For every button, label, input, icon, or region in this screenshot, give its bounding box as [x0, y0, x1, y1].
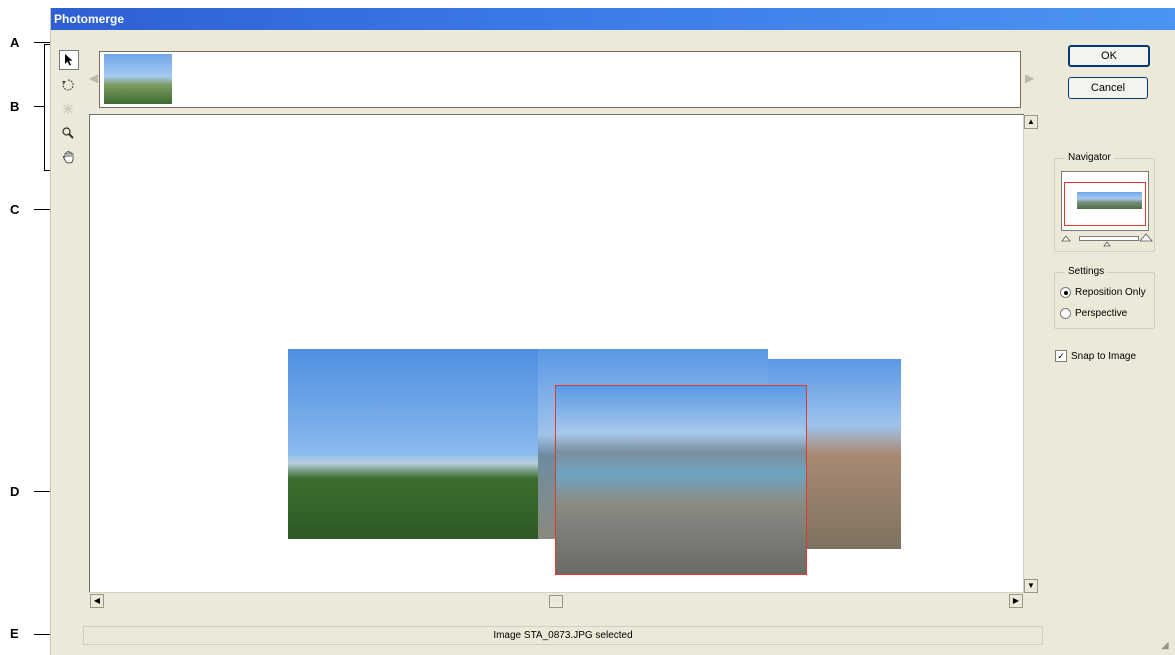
- zoom-out-icon[interactable]: [1061, 234, 1071, 242]
- lightbox-thumbnail[interactable]: [104, 54, 172, 104]
- composition-image-1[interactable]: [288, 349, 538, 539]
- lightbox: [99, 51, 1021, 108]
- callout-e: E: [10, 626, 19, 641]
- scroll-down-icon[interactable]: ▼: [1024, 579, 1038, 593]
- navigator-title: Navigator: [1065, 152, 1114, 163]
- horizontal-scroll-thumb[interactable]: [549, 595, 563, 608]
- zoom-icon[interactable]: [59, 124, 77, 142]
- radio-button[interactable]: [1060, 287, 1071, 298]
- resize-grip-icon[interactable]: ◢: [1161, 640, 1169, 651]
- horizontal-scrollbar[interactable]: ◀ ▶: [89, 592, 1024, 608]
- reposition-only-label: Reposition Only: [1075, 287, 1146, 298]
- selected-image[interactable]: [555, 385, 807, 575]
- toolbox: [59, 50, 81, 172]
- scroll-up-icon[interactable]: ▲: [1024, 115, 1038, 129]
- radio-perspective[interactable]: Perspective: [1060, 308, 1127, 319]
- callout-c: C: [10, 202, 20, 217]
- checkbox[interactable]: ✓: [1055, 350, 1067, 362]
- scroll-left-icon[interactable]: ◀: [90, 594, 104, 608]
- zoom-slider-thumb[interactable]: [1103, 241, 1111, 247]
- callout-a: A: [10, 35, 20, 50]
- radio-reposition-only[interactable]: Reposition Only: [1060, 287, 1146, 298]
- lightbox-scroll-right-icon[interactable]: ▶: [1025, 71, 1034, 85]
- rotate-image-icon[interactable]: [59, 76, 77, 94]
- perspective-label: Perspective: [1075, 308, 1128, 319]
- hand-icon[interactable]: [59, 148, 77, 166]
- snap-to-image-label: Snap to Image: [1071, 350, 1137, 362]
- settings-title: Settings: [1065, 266, 1108, 277]
- window-title: Photomerge: [54, 12, 125, 26]
- work-area[interactable]: [89, 114, 1024, 594]
- vanishing-point-icon[interactable]: [59, 100, 77, 118]
- settings-group: Settings Reposition Only Perspective: [1054, 266, 1155, 329]
- title-bar[interactable]: Photomerge: [51, 8, 1175, 30]
- ok-button[interactable]: OK: [1068, 45, 1150, 67]
- cancel-button[interactable]: Cancel: [1068, 77, 1148, 99]
- snap-to-image-checkbox[interactable]: ✓ Snap to Image: [1055, 350, 1136, 362]
- zoom-in-icon[interactable]: [1139, 232, 1153, 242]
- callout-d: D: [10, 484, 20, 499]
- status-bar: Image STA_0873.JPG selected: [83, 626, 1043, 645]
- navigator-view[interactable]: [1061, 171, 1149, 231]
- vertical-scrollbar[interactable]: ▲ ▼: [1023, 115, 1038, 593]
- scroll-right-icon[interactable]: ▶: [1009, 594, 1023, 608]
- lightbox-scroll-left-icon[interactable]: ◀: [89, 71, 98, 85]
- callout-b: B: [10, 99, 20, 114]
- leader-line-b: [34, 106, 44, 107]
- radio-button[interactable]: [1060, 308, 1071, 319]
- photomerge-dialog: Photomerge ◀ ▶ ▲ ▼ ◀ ▶ OK Cancel Navigat…: [50, 8, 1175, 655]
- navigator-group: Navigator: [1054, 152, 1155, 252]
- navigator-view-box[interactable]: [1064, 182, 1146, 226]
- bracket-b: [44, 44, 45, 170]
- select-image-icon[interactable]: [59, 50, 79, 70]
